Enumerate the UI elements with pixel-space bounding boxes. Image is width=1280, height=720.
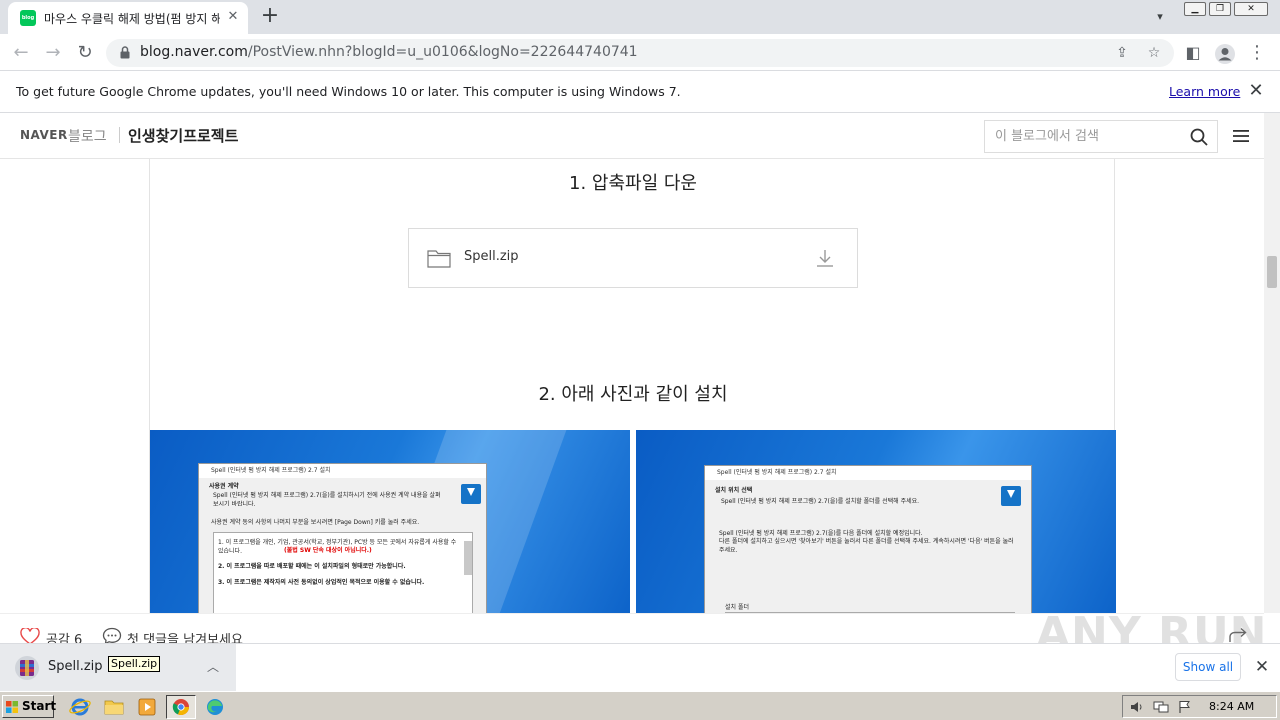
tab-title: 마우스 우클릭 해제 방법(펌 방지 해제): [44, 12, 220, 26]
attachment-name[interactable]: Spell.zip: [464, 249, 519, 264]
start-button[interactable]: Start: [2, 695, 57, 718]
search-icon[interactable]: [1189, 127, 1209, 147]
dialog-subtitle: Spell (인터넷 펌 방지 해제 프로그램) 2.7(을)를 설치하시기 전…: [213, 492, 441, 506]
page-scroll-thumb[interactable]: [1267, 256, 1277, 288]
license-line-2: 2. 이 프로그램을 따로 배포할 때에는 이 설치파일의 형태로만 가능합니다…: [218, 563, 406, 570]
license-scrollbar[interactable]: [464, 541, 472, 575]
license-line-3: 3. 이 프로그램은 제작자의 사전 동의없이 상업적인 목적으로 이용할 수 …: [218, 579, 425, 586]
blog-name[interactable]: 인생찾기프로젝트: [128, 125, 238, 146]
infobar-close-icon[interactable]: ✕: [1246, 81, 1266, 101]
start-label: Start: [22, 699, 57, 713]
license-line-1-highlight: (불법 SW 단속 대상이 아닙니다.): [284, 547, 372, 554]
post-content: 1. 압축파일 다운 Spell.zip 2. 아래 사진과 같이 설치 Spe…: [149, 159, 1116, 613]
chevron-up-icon[interactable]: ︿: [204, 658, 222, 676]
lock-icon[interactable]: [120, 46, 130, 59]
blog-search-input[interactable]: [985, 121, 1181, 152]
dialog-title: Spell (인터넷 펌 방지 해제 프로그램) 2.7 설치: [705, 466, 1031, 480]
step-2-heading: 2. 아래 사진과 같이 설치: [538, 384, 728, 405]
chrome-menu-icon[interactable]: ⋮: [1244, 40, 1270, 66]
folder-icon: [427, 250, 451, 268]
dialog-subtitle: Spell (인터넷 펌 방지 해제 프로그램) 2.7(을)를 설치할 폴더를…: [721, 498, 920, 505]
share-page-icon[interactable]: ⇪: [1112, 43, 1132, 63]
spell-logo-icon: [461, 484, 481, 504]
system-tray: 8:24 AM: [1122, 695, 1277, 718]
bookmark-star-icon[interactable]: ☆: [1144, 43, 1164, 63]
blog-home-link[interactable]: 블로그: [68, 126, 107, 146]
edge-icon[interactable]: [203, 696, 227, 718]
tab-search-chevron-icon[interactable]: ▾: [1148, 6, 1172, 28]
download-icon[interactable]: [815, 248, 835, 268]
dialog-heading: 설치 위치 선택: [715, 487, 753, 494]
hamburger-menu-icon[interactable]: [1232, 127, 1250, 145]
address-bar[interactable]: blog.naver.com/PostView.nhn?blogId=u_u01…: [106, 39, 1174, 67]
side-panel-icon[interactable]: ◧: [1180, 40, 1206, 66]
update-infobar: To get future Google Chrome updates, you…: [0, 71, 1280, 113]
window-minimize-button[interactable]: ▁: [1184, 2, 1206, 16]
new-tab-button[interactable]: +: [256, 4, 284, 30]
page-viewport: NAVER 블로그 인생찾기프로젝트 1. 압축파일 다운 Spell.zip: [0, 113, 1264, 613]
dialog-instruction: 사용권 계약 동의 사항의 나머지 부분을 보시려면 [Page Down] 키…: [211, 519, 420, 526]
install-screenshot-location[interactable]: Spell (인터넷 펌 방지 해제 프로그램) 2.7 설치 설치 위치 선택…: [636, 430, 1116, 613]
windows-taskbar: Start 8:24 AM: [0, 691, 1280, 720]
window-close-button[interactable]: ✕: [1234, 2, 1268, 16]
browser-toolbar: ← → ↻ blog.naver.com/PostView.nhn?blogId…: [0, 34, 1280, 71]
url-path: /PostView.nhn?blogId=u_u0106&logNo=22264…: [247, 44, 638, 60]
back-arrow-icon[interactable]: ←: [8, 40, 34, 66]
url-host: blog.naver.com: [140, 44, 248, 60]
reload-icon[interactable]: ↻: [72, 40, 98, 66]
profile-avatar-icon[interactable]: [1214, 43, 1236, 65]
tab-strip: blog 마우스 우클릭 해제 방법(펌 방지 해제) ✕ + ▾ ▁ ❐ ✕: [0, 0, 1280, 34]
winrar-archive-icon: [15, 656, 39, 680]
download-tooltip: Spell.zip: [108, 656, 161, 672]
naver-logo[interactable]: NAVER: [20, 128, 68, 142]
taskbar-clock[interactable]: 8:24 AM: [1209, 700, 1254, 713]
attachment-card[interactable]: Spell.zip: [408, 228, 858, 288]
blog-search-box: [984, 120, 1218, 153]
download-filename[interactable]: Spell.zip: [48, 659, 103, 674]
action-center-flag-icon[interactable]: [1177, 700, 1193, 714]
internet-explorer-icon[interactable]: [68, 696, 92, 718]
chrome-taskbar-button[interactable]: [166, 695, 196, 719]
tab-active[interactable]: blog 마우스 우클릭 해제 방법(펌 방지 해제) ✕: [8, 2, 248, 34]
dialog-heading: 사용권 계약: [209, 483, 239, 490]
installer-dialog-license: Spell (인터넷 펌 방지 해제 프로그램) 2.7 설치 사용권 계약 S…: [198, 463, 487, 613]
window-restore-button[interactable]: ❐: [1209, 2, 1231, 16]
install-screenshot-license[interactable]: Spell (인터넷 펌 방지 해제 프로그램) 2.7 설치 사용권 계약 S…: [150, 430, 630, 613]
dialog-title: Spell (인터넷 펌 방지 해제 프로그램) 2.7 설치: [199, 464, 486, 478]
volume-icon[interactable]: [1129, 700, 1145, 714]
blog-favicon-icon: blog: [20, 10, 36, 26]
media-player-icon[interactable]: [135, 696, 159, 718]
page-scrollbar[interactable]: [1264, 113, 1280, 613]
download-shelf-close-icon[interactable]: ✕: [1252, 657, 1272, 677]
license-textbox[interactable]: 1. 이 프로그램을 개인, 기업, 관공서(학교, 정부기관), PC방 등 …: [213, 532, 473, 613]
download-shelf: Spell.zip Spell.zip ︿ Show all ✕: [0, 643, 1280, 691]
step-1-heading: 1. 압축파일 다운: [569, 173, 697, 194]
chrome-icon: [172, 699, 189, 715]
learn-more-link[interactable]: Learn more: [1169, 84, 1240, 99]
show-all-button[interactable]: Show all: [1175, 653, 1241, 681]
tab-close-icon[interactable]: ✕: [224, 8, 242, 26]
installer-dialog-location: Spell (인터넷 펌 방지 해제 프로그램) 2.7 설치 설치 위치 선택…: [704, 465, 1032, 613]
url-text[interactable]: blog.naver.com/PostView.nhn?blogId=u_u01…: [140, 44, 638, 60]
dialog-body-2: 다른 폴더에 설치하고 싶으시면 '찾아보기' 버튼을 눌러서 다른 폴더를 선…: [719, 538, 1014, 552]
network-icon[interactable]: [1153, 700, 1169, 714]
install-folder-label: 설치 폴더: [725, 604, 749, 611]
spell-logo-icon: [1001, 486, 1021, 506]
windows-flag-icon: [6, 701, 18, 713]
header-divider: [119, 127, 120, 143]
download-item[interactable]: Spell.zip Spell.zip ︿: [0, 644, 236, 691]
file-explorer-icon[interactable]: [102, 696, 126, 718]
forward-arrow-icon[interactable]: →: [40, 40, 66, 66]
blog-header: NAVER 블로그 인생찾기프로젝트: [0, 113, 1264, 159]
infobar-message: To get future Google Chrome updates, you…: [16, 84, 681, 99]
